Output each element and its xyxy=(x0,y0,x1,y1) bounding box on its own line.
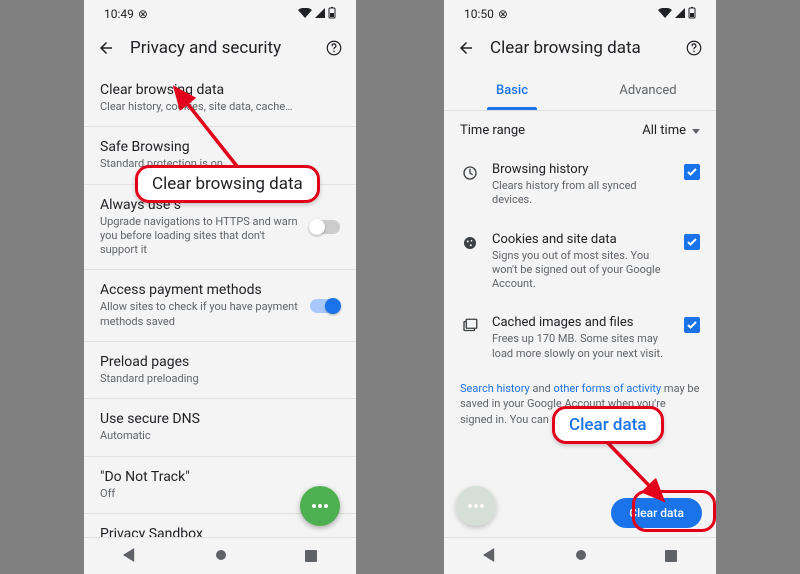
link-other-activity[interactable]: other forms of activity xyxy=(553,382,661,395)
tab-basic[interactable]: Basic xyxy=(444,70,580,110)
time-range-value: All time xyxy=(642,123,686,138)
status-notif-icon: ⊗ xyxy=(138,7,148,21)
status-bar: 10:49 ⊗ xyxy=(84,0,356,26)
checkbox-browsing-history[interactable] xyxy=(684,164,700,180)
nav-home-icon[interactable] xyxy=(574,547,588,566)
switch-always-use[interactable] xyxy=(310,220,340,234)
phone-privacy: 10:49 ⊗ Privacy and security xyxy=(84,0,356,574)
time-range-selector[interactable]: Time range All time xyxy=(444,111,716,150)
row-preload-pages[interactable]: Preload pages Standard preloading xyxy=(84,342,356,399)
switch-payment-methods[interactable] xyxy=(310,299,340,313)
phone-clear-data: 10:50 ⊗ Clear browsing data Basic Advanc… xyxy=(444,0,716,574)
tabs: Basic Advanced xyxy=(444,70,716,111)
nav-recent-icon[interactable] xyxy=(305,547,317,566)
signal-icon xyxy=(675,7,685,21)
android-nav-bar xyxy=(444,537,716,574)
dropdown-icon xyxy=(692,123,700,138)
images-icon xyxy=(460,315,480,335)
signal-icon xyxy=(315,7,325,21)
status-notif-icon: ⊗ xyxy=(498,7,508,21)
row-clear-browsing-data[interactable]: Clear browsing data Clear history, cooki… xyxy=(84,70,356,127)
nav-home-icon[interactable] xyxy=(214,547,228,566)
status-bar: 10:50 ⊗ xyxy=(444,0,716,26)
page-title: Privacy and security xyxy=(130,38,310,58)
history-icon xyxy=(460,162,480,182)
time-range-label: Time range xyxy=(460,123,525,138)
fab-more[interactable] xyxy=(300,486,340,526)
callout-clear-data: Clear data xyxy=(552,406,664,444)
checkbox-cookies[interactable] xyxy=(684,234,700,250)
callout-clear-browsing-data: Clear browsing data xyxy=(135,165,320,203)
battery-icon xyxy=(688,7,696,22)
status-time: 10:49 xyxy=(104,7,134,21)
tab-advanced[interactable]: Advanced xyxy=(580,70,716,110)
cookie-icon xyxy=(460,232,480,252)
app-bar: Privacy and security xyxy=(84,26,356,70)
back-icon[interactable] xyxy=(96,38,116,58)
nav-recent-icon[interactable] xyxy=(665,547,677,566)
wifi-icon xyxy=(658,7,672,21)
page-title: Clear browsing data xyxy=(490,38,670,58)
fab-more[interactable] xyxy=(456,486,496,526)
status-time: 10:50 xyxy=(464,7,494,21)
checkbox-cached[interactable] xyxy=(684,317,700,333)
item-cookies[interactable]: Cookies and site data Signs you out of m… xyxy=(444,220,716,304)
item-browsing-history[interactable]: Browsing history Clears history from all… xyxy=(444,150,716,220)
link-search-history[interactable]: Search history xyxy=(460,382,530,395)
help-icon[interactable] xyxy=(324,38,344,58)
battery-icon xyxy=(328,7,336,22)
help-icon[interactable] xyxy=(684,38,704,58)
nav-back-icon[interactable] xyxy=(123,547,137,566)
nav-back-icon[interactable] xyxy=(483,547,497,566)
row-secure-dns[interactable]: Use secure DNS Automatic xyxy=(84,399,356,456)
highlight-clear-button xyxy=(632,490,716,532)
android-nav-bar xyxy=(84,537,356,574)
app-bar: Clear browsing data xyxy=(444,26,716,70)
item-cached[interactable]: Cached images and files Frees up 170 MB.… xyxy=(444,303,716,373)
row-payment-methods[interactable]: Access payment methods Allow sites to ch… xyxy=(84,270,356,342)
back-icon[interactable] xyxy=(456,38,476,58)
wifi-icon xyxy=(298,7,312,21)
